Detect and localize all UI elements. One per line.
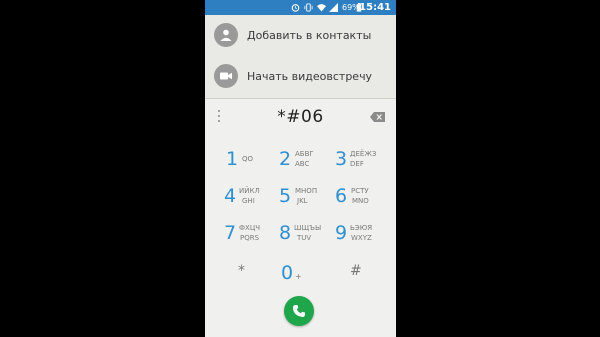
alarm-icon <box>291 4 300 12</box>
dial-key-digit: 2 <box>279 148 292 170</box>
dial-key-letters-ru: ШЩЪЫ <box>294 224 322 232</box>
dial-key-letters: ABC <box>295 160 310 168</box>
dial-key-letters: WXYZ <box>351 234 372 242</box>
dial-key-2[interactable]: 2 АБВГ ABC <box>277 147 335 179</box>
dial-key-1[interactable]: 1 QO <box>222 147 280 179</box>
dial-key-digit: * <box>238 263 245 279</box>
dial-key-digit: 7 <box>224 222 237 244</box>
dial-key-letters: PQRS <box>240 234 260 242</box>
dial-key-letters-ru: АБВГ <box>295 150 314 158</box>
dial-key-letters-ru: РСТУ <box>351 187 369 195</box>
wifi-icon <box>317 4 326 12</box>
dial-key-letters-ru: ИЙКЛ <box>239 187 260 195</box>
dial-key-9[interactable]: 9 ЬЭЮЯ WXYZ <box>333 221 391 253</box>
status-clock: 15:41 <box>359 2 391 13</box>
dial-key-digit: 3 <box>335 148 348 170</box>
dial-key-star[interactable]: * <box>222 259 280 291</box>
videocam-icon <box>220 72 232 80</box>
signal-icon <box>329 3 338 12</box>
dial-key-letters: QO <box>242 155 254 163</box>
dial-key-digit: 8 <box>279 222 292 244</box>
add-contact-avatar <box>214 23 238 47</box>
dialed-digits[interactable]: *#06 <box>205 107 396 127</box>
dial-key-letters-ru: ЬЭЮЯ <box>350 224 373 232</box>
vibrate-icon <box>304 3 313 12</box>
dial-key-digit: 6 <box>335 185 348 207</box>
add-contact-row[interactable]: Добавить в контакты <box>205 18 396 56</box>
person-add-icon <box>220 29 232 41</box>
dial-key-letters: MNO <box>352 197 369 205</box>
call-button[interactable] <box>284 296 314 326</box>
dial-key-letters-ru: ДЕЁЖЗ <box>350 150 377 158</box>
dial-key-hash[interactable]: # <box>333 259 391 291</box>
dial-key-letters-ru: ФХЦЧ <box>239 224 261 232</box>
dial-key-letters: JKL <box>297 197 308 205</box>
dial-key-4[interactable]: 4 ИЙКЛ GHI <box>222 184 280 216</box>
dial-key-digit: 5 <box>279 185 292 207</box>
dial-key-letters: TUV <box>297 234 312 242</box>
dial-key-digit: 0 <box>281 262 294 284</box>
dialpad: *#06 1 QO 2 АБВГ ABC 3 ДЕЁЖЗ DEF 4 ИЙКЛ … <box>205 99 396 337</box>
dial-key-7[interactable]: 7 ФХЦЧ PQRS <box>222 221 280 253</box>
dial-key-letters: GHI <box>242 197 255 205</box>
video-call-row[interactable]: Начать видеовстречу <box>205 59 396 97</box>
digits-row: *#06 <box>205 99 396 137</box>
dial-key-digit: 9 <box>335 222 348 244</box>
phone-screen: 69% 15:41 Добавить в контакты Начать вид… <box>205 0 396 337</box>
dial-key-letters: DEF <box>350 160 364 168</box>
dial-key-letters-ru: МНОП <box>295 187 318 195</box>
video-call-label: Начать видеовстречу <box>247 70 373 83</box>
dial-key-5[interactable]: 5 МНОП JKL <box>277 184 335 216</box>
backspace-icon[interactable] <box>370 112 385 122</box>
dial-key-digit: # <box>350 263 362 279</box>
dial-key-digit: 1 <box>226 148 239 170</box>
add-contact-label: Добавить в контакты <box>247 29 372 42</box>
status-bar: 69% 15:41 <box>205 0 396 15</box>
phone-icon <box>293 305 305 317</box>
dial-key-digit: 4 <box>224 185 237 207</box>
dial-key-letters: + <box>295 272 302 281</box>
dial-key-3[interactable]: 3 ДЕЁЖЗ DEF <box>333 147 391 179</box>
video-call-avatar <box>214 64 238 88</box>
dial-key-8[interactable]: 8 ШЩЪЫ TUV <box>277 221 335 253</box>
dial-key-0[interactable]: 0 + <box>277 259 335 291</box>
dial-key-6[interactable]: 6 РСТУ MNO <box>333 184 391 216</box>
